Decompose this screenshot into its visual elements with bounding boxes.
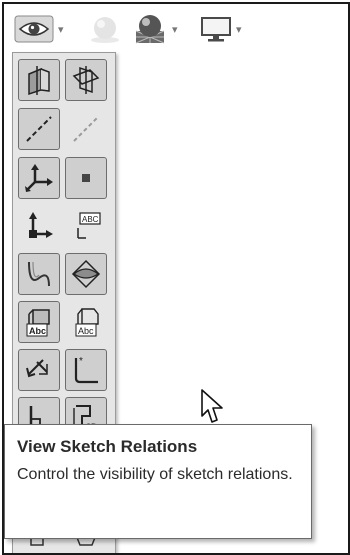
view-annotations-alt-icon: Abc xyxy=(75,308,99,337)
view-origins-button[interactable] xyxy=(18,205,60,247)
view-surfaces-button[interactable] xyxy=(65,253,107,295)
view-temporary-axes-icon xyxy=(73,116,99,142)
tooltip-description: Control the visibility of sketch relatio… xyxy=(17,466,293,483)
view-coordinate-dimensions-button[interactable]: ABC xyxy=(65,205,107,247)
edit-appearance-dropdown[interactable]: ▾ xyxy=(132,12,188,46)
view-dimension-names-button[interactable] xyxy=(18,349,60,391)
view-points-icon xyxy=(82,174,90,182)
svg-text:ABC: ABC xyxy=(82,215,99,224)
svg-text:Abc: Abc xyxy=(78,326,94,336)
view-all-planes-icon xyxy=(72,66,100,94)
svg-text:Abc: Abc xyxy=(29,326,46,336)
view-axes-button[interactable] xyxy=(18,108,60,150)
view-annotations-alt-button[interactable]: Abc xyxy=(65,301,107,343)
appearance-sphere-icon xyxy=(135,15,165,44)
hide-show-items-dropdown[interactable]: ▾ xyxy=(14,12,70,46)
view-annotations-icon: Abc xyxy=(26,309,50,337)
mouse-cursor-icon xyxy=(201,389,223,423)
svg-text:*: * xyxy=(79,356,83,367)
chevron-down-icon[interactable]: ▾ xyxy=(236,23,242,36)
view-sketch-button[interactable]: * xyxy=(65,349,107,391)
view-all-planes-button[interactable] xyxy=(65,59,107,101)
view-origins-icon xyxy=(29,212,53,238)
view-annotations-button[interactable]: Abc xyxy=(18,301,60,343)
view-planes-button[interactable] xyxy=(18,59,60,101)
apply-scene-button[interactable] xyxy=(88,12,130,46)
chevron-down-icon[interactable]: ▾ xyxy=(172,23,178,36)
view-curves-button[interactable] xyxy=(18,253,60,295)
tooltip-title: View Sketch Relations xyxy=(17,437,198,456)
monitor-icon xyxy=(201,17,231,42)
view-surfaces-icon xyxy=(71,259,101,289)
view-sketch-icon: * xyxy=(74,356,98,384)
tooltip: View Sketch Relations Control the visibi… xyxy=(4,424,312,539)
view-coordinate-dimensions-icon: ABC xyxy=(77,212,101,239)
chevron-down-icon[interactable]: ▾ xyxy=(58,23,64,36)
view-planes-icon xyxy=(28,66,50,96)
eye-icon xyxy=(14,15,54,43)
view-points-button[interactable] xyxy=(65,157,107,199)
view-curves-icon xyxy=(28,261,50,287)
view-temporary-axes-button[interactable] xyxy=(65,108,107,150)
view-settings-dropdown[interactable]: ▾ xyxy=(200,12,256,46)
view-dimension-names-icon xyxy=(26,359,48,378)
scene-sphere-icon xyxy=(91,17,119,43)
view-coordinate-systems-icon xyxy=(25,164,53,192)
view-coordinate-systems-button[interactable] xyxy=(18,157,60,199)
screenshot-frame: ▾ ▾ ▾ ABC Abc Abc * View Sketch Relation… xyxy=(2,2,350,555)
view-axes-icon xyxy=(26,116,52,142)
